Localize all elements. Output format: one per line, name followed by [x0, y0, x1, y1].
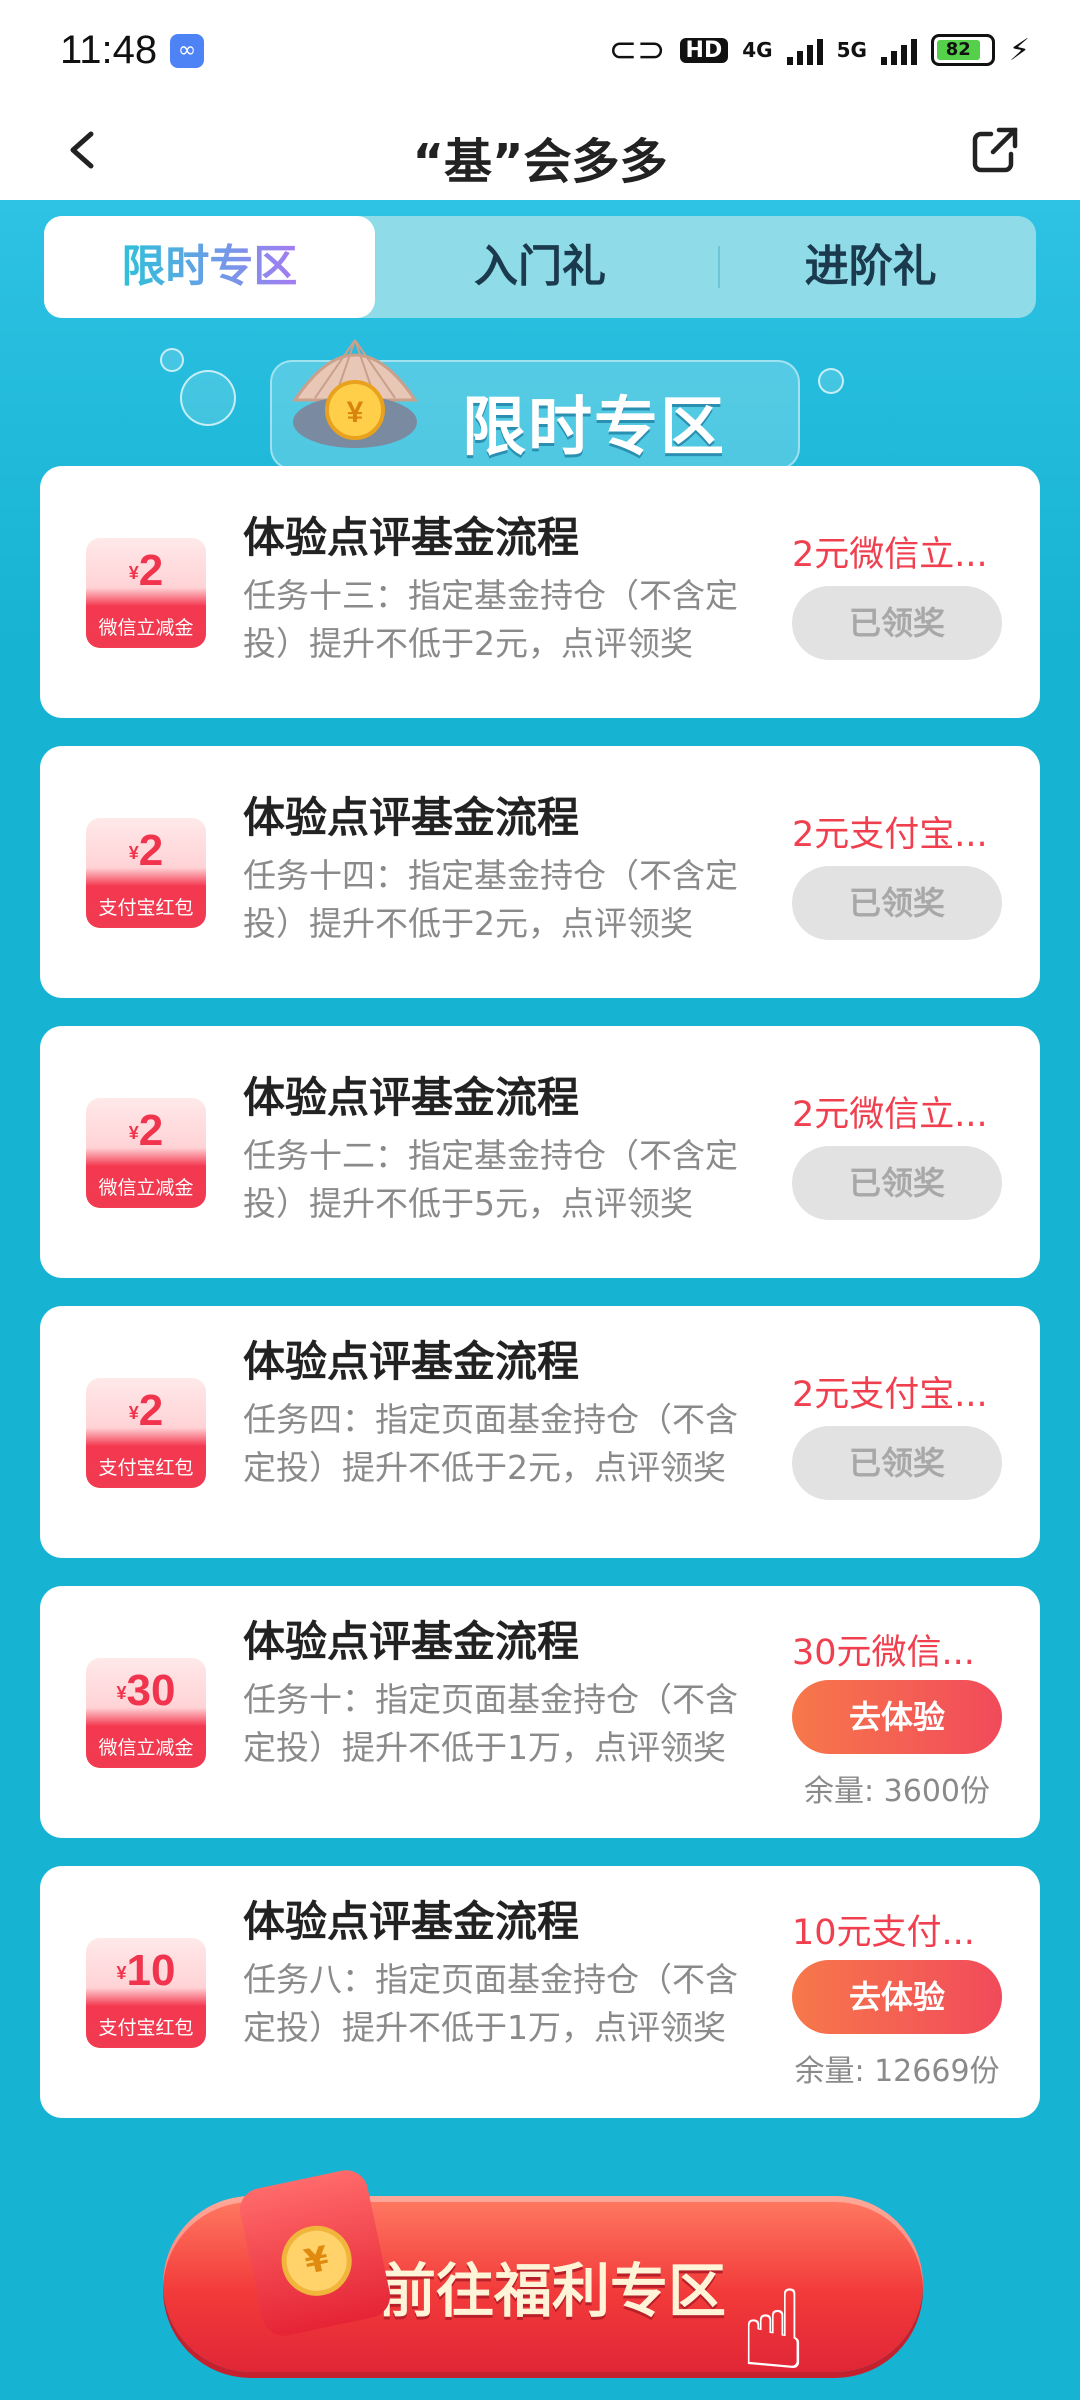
- task-description: 任务十四：指定基金持仓（不含定投）提升不低于2元，点评领奖: [243, 856, 738, 943]
- task-description: 任务十：指定页面基金持仓（不含定投）提升不低于1万，点评领奖: [243, 1680, 738, 1767]
- task-description: 任务四：指定页面基金持仓（不含定投）提升不低于2元，点评领奖: [243, 1400, 738, 1487]
- task-card: ¥2 微信立减金 体验点评基金流程 任务十三：指定基金持仓（不含定投）提升不低于…: [40, 466, 1040, 718]
- task-reward: 2元支付宝...: [792, 1375, 988, 1415]
- battery-icon: 82: [930, 34, 995, 66]
- coupon-amount-value: 30: [126, 1666, 176, 1715]
- nav-bar: “基”会多多: [0, 100, 1080, 200]
- task-title: 体验点评基金流程: [243, 1617, 580, 1666]
- coupon-amount: ¥30: [86, 1666, 206, 1716]
- task-card: ¥10 支付宝红包 体验点评基金流程 任务八：指定页面基金持仓（不含定投）提升不…: [40, 1866, 1040, 2118]
- status-icons: ⊂⊃ HD 4G 5G 82 ⚡: [609, 30, 1030, 70]
- tab-starter-gift[interactable]: 入门礼: [375, 216, 706, 318]
- shell-coin-icon: ¥: [285, 330, 425, 460]
- task-card: ¥2 微信立减金 体验点评基金流程 任务十二：指定基金持仓（不含定投）提升不低于…: [40, 1026, 1040, 1278]
- yuan-symbol: ¥: [128, 842, 139, 863]
- svg-text:¥: ¥: [347, 396, 364, 429]
- coupon-badge: ¥2 支付宝红包: [86, 1378, 206, 1488]
- yuan-symbol: ¥: [128, 1122, 139, 1143]
- claimed-button[interactable]: 已领奖: [792, 1146, 1002, 1220]
- task-title: 体验点评基金流程: [243, 793, 580, 842]
- yuan-symbol: ¥: [128, 1402, 139, 1423]
- link-icon: ⊂⊃: [608, 30, 666, 70]
- app-notification-icon: ∞: [170, 34, 204, 68]
- coupon-badge: ¥2 微信立减金: [86, 538, 206, 648]
- section-banner-title: 限时专区: [462, 391, 726, 465]
- task-title: 体验点评基金流程: [243, 513, 580, 562]
- tab-bar: 限时专区 入门礼 进阶礼: [44, 216, 1036, 318]
- coupon-label: 微信立减金: [98, 1737, 194, 1759]
- tab-label: 进阶礼: [804, 241, 937, 292]
- coupon-label: 微信立减金: [98, 1177, 194, 1199]
- signal-5g-icon: [880, 35, 917, 65]
- task-reward: 2元微信立...: [792, 1095, 988, 1135]
- coupon-amount-value: 2: [138, 546, 164, 595]
- claimed-button[interactable]: 已领奖: [792, 866, 1002, 940]
- coupon-amount-value: 2: [138, 826, 164, 875]
- bubble-decoration: [180, 370, 236, 426]
- yuan-symbol: ¥: [128, 562, 139, 583]
- coupon-label: 支付宝红包: [98, 2017, 194, 2039]
- yuan-coin-icon: ¥: [275, 2219, 359, 2303]
- coupon-label: 微信立减金: [98, 617, 194, 639]
- coupon-label: 支付宝红包: [98, 897, 194, 919]
- status-bar: 11:48 ∞ ⊂⊃ HD 4G 5G 82 ⚡: [0, 0, 1080, 100]
- coupon-amount: ¥2: [86, 1106, 206, 1156]
- charging-icon: ⚡: [1008, 32, 1030, 68]
- coupon-badge: ¥2 支付宝红包: [86, 818, 206, 928]
- task-description: 任务十二：指定基金持仓（不含定投）提升不低于5元，点评领奖: [243, 1136, 738, 1223]
- task-card: ¥2 支付宝红包 体验点评基金流程 任务四：指定页面基金持仓（不含定投）提升不低…: [40, 1306, 1040, 1558]
- task-reward: 10元支付...: [792, 1913, 975, 1953]
- tab-limited-zone[interactable]: 限时专区: [44, 216, 375, 318]
- task-reward: 2元支付宝...: [792, 815, 988, 855]
- bubble-decoration: [818, 368, 844, 394]
- task-title: 体验点评基金流程: [243, 1897, 580, 1946]
- claimed-button[interactable]: 已领奖: [792, 1426, 1002, 1500]
- page-title: “基”会多多: [412, 134, 668, 190]
- pointing-hand-icon: ☝: [740, 2266, 807, 2394]
- yuan-symbol: ¥: [116, 1962, 127, 1983]
- tab-label: 限时专区: [121, 241, 298, 292]
- tab-advanced-gift[interactable]: 进阶礼: [705, 216, 1036, 318]
- try-now-button[interactable]: 去体验: [792, 1960, 1002, 2034]
- coupon-badge: ¥10 支付宝红包: [86, 1938, 206, 2048]
- coupon-amount-value: 2: [138, 1106, 164, 1155]
- status-time: 11:48: [60, 28, 158, 72]
- bubble-decoration: [160, 348, 184, 372]
- share-button[interactable]: [965, 120, 1025, 180]
- coupon-badge: ¥2 微信立减金: [86, 1098, 206, 1208]
- network-5g-label: 5G: [836, 38, 867, 62]
- task-reward: 2元微信立...: [792, 535, 988, 575]
- tab-label: 入门礼: [474, 241, 606, 292]
- coupon-amount: ¥10: [86, 1946, 206, 1996]
- coupon-amount-value: 2: [138, 1386, 164, 1435]
- coupon-amount: ¥2: [86, 1386, 206, 1436]
- signal-4g-icon: [786, 35, 823, 65]
- try-now-button[interactable]: 去体验: [792, 1680, 1002, 1754]
- task-description: 任务十三：指定基金持仓（不含定投）提升不低于2元，点评领奖: [243, 576, 738, 663]
- coupon-amount: ¥2: [86, 826, 206, 876]
- coupon-amount: ¥2: [86, 546, 206, 596]
- network-4g-label: 4G: [742, 38, 773, 62]
- task-description: 任务八：指定页面基金持仓（不含定投）提升不低于1万，点评领奖: [243, 1960, 738, 2047]
- task-card: ¥30 微信立减金 体验点评基金流程 任务十：指定页面基金持仓（不含定投）提升不…: [40, 1586, 1040, 1838]
- tab-divider: [718, 246, 720, 288]
- coupon-amount-value: 10: [126, 1946, 176, 1995]
- hd-badge: HD: [679, 37, 729, 63]
- battery-level: 82: [936, 40, 980, 60]
- welfare-zone-label: 前往福利专区: [378, 2257, 727, 2325]
- yuan-symbol: ¥: [116, 1682, 127, 1703]
- coupon-label: 支付宝红包: [98, 1457, 194, 1479]
- remaining-quantity: 余量: 12669份: [794, 2054, 1000, 2089]
- share-icon: [972, 127, 1018, 173]
- task-card: ¥2 支付宝红包 体验点评基金流程 任务十四：指定基金持仓（不含定投）提升不低于…: [40, 746, 1040, 998]
- task-reward: 30元微信...: [792, 1633, 975, 1673]
- task-title: 体验点评基金流程: [243, 1337, 580, 1386]
- remaining-quantity: 余量: 3600份: [804, 1774, 990, 1809]
- claimed-button[interactable]: 已领奖: [792, 586, 1002, 660]
- task-title: 体验点评基金流程: [243, 1073, 580, 1122]
- coupon-badge: ¥30 微信立减金: [86, 1658, 206, 1768]
